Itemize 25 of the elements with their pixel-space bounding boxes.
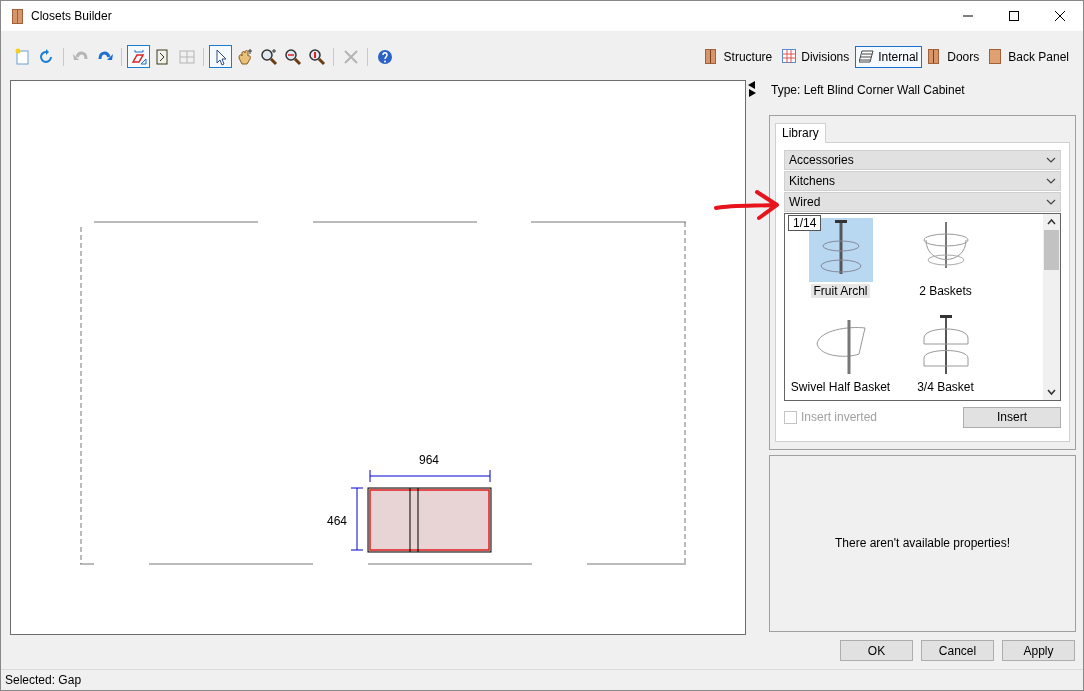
category-header[interactable]: Wired (784, 191, 1061, 212)
library-tab[interactable]: Library (775, 122, 826, 143)
mode-tab[interactable]: Divisions (778, 45, 854, 68)
insert-button[interactable]: Insert (963, 406, 1061, 428)
height-dimension: 464 (327, 513, 348, 530)
category-header[interactable]: Accessories (784, 149, 1061, 170)
mode-tab[interactable]: Back Panel (985, 45, 1073, 68)
dialog-button[interactable]: OK (840, 640, 913, 661)
mode-tab[interactable]: Internal (855, 45, 923, 68)
width-dimension: 964 (419, 452, 440, 469)
category-header[interactable]: Kitchens (784, 170, 1061, 191)
type-label: Type: Left Blind Corner Wall Cabinet (771, 82, 966, 99)
insert-inverted-label: Insert inverted (801, 409, 878, 427)
status-text: Selected: Gap (5, 672, 82, 689)
library-item[interactable]: Swivel Half Basket (788, 311, 893, 396)
drawing-canvas[interactable]: 964 464 (10, 80, 746, 635)
mode-tab[interactable]: Doors (924, 45, 984, 68)
dialog-button[interactable]: Apply (1002, 640, 1075, 661)
properties-message: There aren't available properties! (834, 535, 1011, 553)
library-item[interactable]: 2 Baskets (893, 215, 998, 300)
mode-tab[interactable]: Structure (700, 45, 777, 68)
dialog-button[interactable]: Cancel (921, 640, 994, 661)
page-counter: 1/14 (788, 214, 822, 231)
library-item[interactable]: 3/4 Basket (893, 311, 998, 396)
window-title: Closets Builder (31, 8, 112, 25)
